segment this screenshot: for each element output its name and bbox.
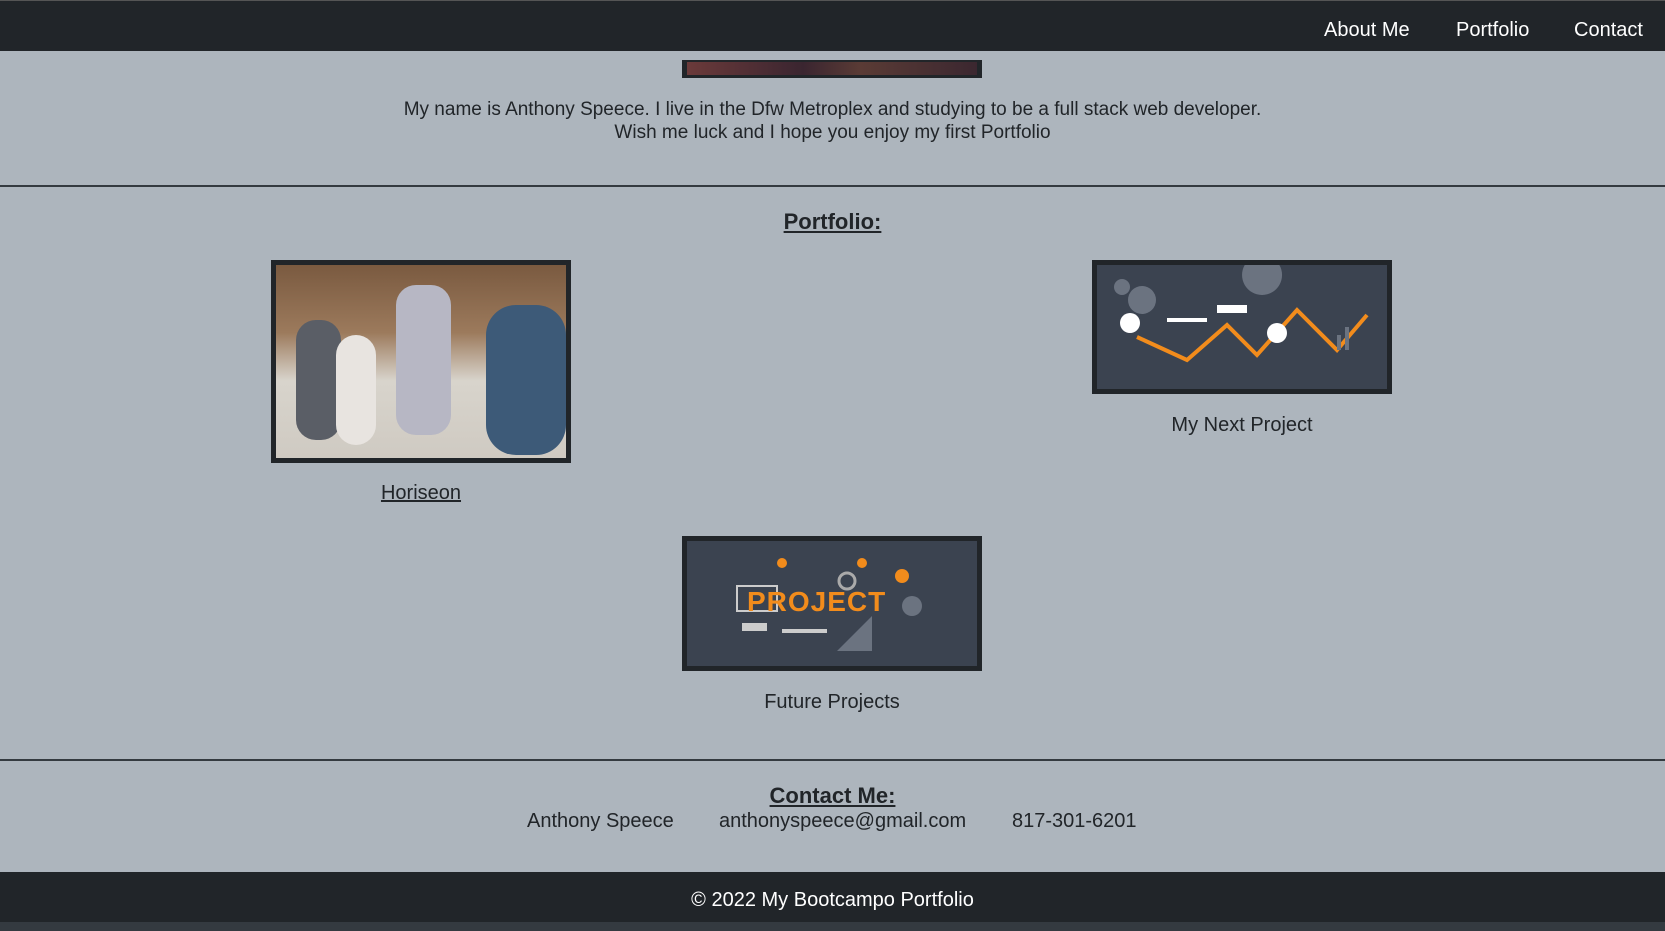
section-divider [0,185,1665,187]
future-projects-image: PROJECT [682,536,982,671]
next-project-image [1092,260,1392,394]
contact-phone: 817-301-6201 [1012,810,1137,832]
horiseon-image-link[interactable] [271,260,571,463]
top-navbar: About Me Portfolio Contact [0,0,1665,51]
contact-name: Anthony Speece [527,810,674,832]
contact-email: anthonyspeece@gmail.com [719,810,967,832]
profile-photo [682,60,982,78]
footer: © 2022 My Bootcampo Portfolio [0,872,1665,922]
next-project-label: My Next Project [1171,414,1313,436]
contact-heading: Contact Me: [769,783,896,808]
portfolio-heading: Portfolio: [783,209,882,234]
growth-chart-icon [1114,265,1369,363]
about-line-2: Wish me luck and I hope you enjoy my fir… [614,122,1051,143]
footer-copyright: © 2022 My Bootcampo Portfolio [691,889,974,911]
horiseon-link[interactable]: Horiseon [221,482,621,505]
section-divider [0,759,1665,761]
about-text: My name is Anthony Speece. I live in the… [0,98,1665,144]
nav-portfolio[interactable]: Portfolio [1456,19,1529,42]
future-projects-label: Future Projects [764,691,900,713]
project-graphic-text: PROJECT [747,586,887,617]
nav-contact[interactable]: Contact [1574,19,1643,42]
nav-about-me[interactable]: About Me [1324,19,1410,42]
about-line-1: My name is Anthony Speece. I live in the… [403,99,1262,120]
bottom-strip [0,922,1665,931]
